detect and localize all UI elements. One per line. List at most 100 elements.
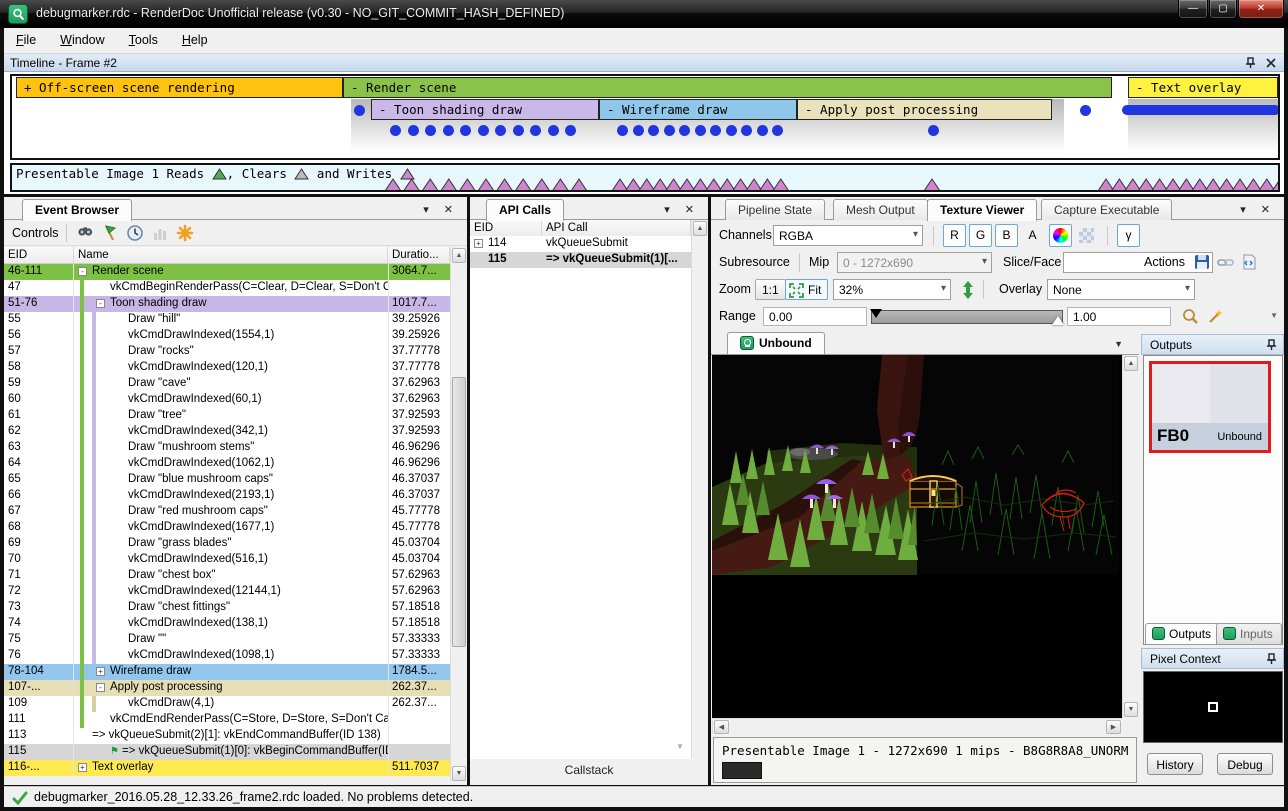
table-row[interactable]: 73Draw "chest fittings"57.18518 (4, 600, 450, 616)
magnifier-icon[interactable] (1181, 307, 1200, 326)
timeline-draw-dot[interactable] (757, 125, 768, 136)
table-row[interactable]: 71Draw "chest box"57.62963 (4, 568, 450, 584)
expand-toggle[interactable]: - (96, 683, 105, 692)
table-row[interactable]: 114+vkQueueSubmit (470, 236, 691, 252)
gamma-button[interactable]: γ (1117, 224, 1140, 247)
table-row[interactable]: 70vkCmdDrawIndexed(516,1)45.03704 (4, 552, 450, 568)
table-row[interactable]: 62vkCmdDrawIndexed(342,1)37.92593 (4, 424, 450, 440)
timeline-draw-dot[interactable] (565, 125, 576, 136)
event-table-header[interactable]: EID Name Duratio... (4, 247, 450, 264)
table-row[interactable]: 74vkCmdDrawIndexed(138,1)57.18518 (4, 616, 450, 632)
table-row[interactable]: 58vkCmdDrawIndexed(120,1)37.77778 (4, 360, 450, 376)
expand-toggle[interactable]: + (474, 239, 483, 248)
timeline-draw-dot[interactable] (648, 125, 659, 136)
table-row[interactable]: 111vkCmdEndRenderPass(C=Store, D=Store, … (4, 712, 450, 728)
table-row[interactable]: 46-111-Render scene3064.7... (4, 264, 450, 280)
timeline-draw-dot[interactable] (617, 125, 628, 136)
table-row[interactable]: 107-...-Apply post processing262.37... (4, 680, 450, 696)
table-row[interactable]: 115=> vkQueueSubmit(1)[... (470, 252, 691, 268)
checkerboard-button[interactable] (1075, 224, 1098, 247)
timeline-draw-dot[interactable] (1080, 105, 1091, 116)
minimize-button[interactable]: — (1178, 0, 1208, 19)
timeline-draw-dot[interactable] (354, 105, 365, 116)
api-calls-scrollbar[interactable]: ▲ (691, 220, 708, 759)
flip-y-icon[interactable] (961, 280, 975, 300)
tab-current-texture[interactable]: Unbound (727, 332, 825, 354)
timeline-draw-dot[interactable] (548, 125, 559, 136)
find-icon[interactable] (76, 224, 94, 242)
expand-toggle[interactable]: + (78, 763, 87, 772)
table-row[interactable]: 66vkCmdDrawIndexed(2193,1)46.37037 (4, 488, 450, 504)
black-point-handle[interactable] (870, 309, 882, 318)
expand-toggle[interactable]: - (96, 299, 105, 308)
expand-toggle[interactable]: + (96, 667, 105, 676)
history-button[interactable]: History (1147, 753, 1203, 775)
texture-display[interactable] (712, 355, 1122, 718)
time-icon[interactable] (126, 224, 144, 242)
table-row[interactable]: 113=> vkQueueSubmit(2)[1]: vkEndCommandB… (4, 728, 450, 744)
table-row[interactable]: 75Draw ""57.33333 (4, 632, 450, 648)
green-channel-button[interactable]: G (969, 224, 992, 247)
table-row[interactable]: 55Draw "hill"39.25926 (4, 312, 450, 328)
table-row[interactable]: 68vkCmdDrawIndexed(1677,1)45.77778 (4, 520, 450, 536)
table-row[interactable]: 56vkCmdDrawIndexed(1554,1)39.25926 (4, 328, 450, 344)
table-row[interactable]: 65Draw "blue mushroom caps"46.37037 (4, 472, 450, 488)
menu-tools[interactable]: Tools (117, 28, 170, 54)
table-row[interactable]: 47vkCmdBeginRenderPass(C=Clear, D=Clear,… (4, 280, 450, 296)
panel-menu-close-icons[interactable]: ▾ ✕ (423, 203, 459, 216)
tab-capture-executable[interactable]: Capture Executable (1041, 199, 1172, 220)
sliceface-select[interactable] (1063, 252, 1213, 273)
menu-help[interactable]: Help (170, 28, 220, 54)
zoom-fit-button[interactable]: Fit (785, 279, 828, 300)
tab-pipeline-state[interactable]: Pipeline State (725, 199, 825, 220)
range-max-input[interactable]: 1.00 (1067, 307, 1171, 326)
timeline-draw-dot[interactable] (460, 125, 471, 136)
table-row[interactable]: 51-76-Toon shading draw1017.7... (4, 296, 450, 312)
pin-icon[interactable] (1245, 57, 1256, 69)
timeline-draw-dot[interactable] (530, 125, 541, 136)
table-row[interactable]: 60vkCmdDrawIndexed(60,1)37.62963 (4, 392, 450, 408)
pixel-context-view[interactable] (1143, 671, 1283, 743)
timeline-draw-dot[interactable] (695, 125, 706, 136)
table-row[interactable]: 57Draw "rocks"37.77778 (4, 344, 450, 360)
range-slider[interactable] (871, 310, 1063, 324)
table-row[interactable]: 63Draw "mushroom stems"46.96296 (4, 440, 450, 456)
timeline-draw-dot[interactable] (741, 125, 752, 136)
blue-channel-button[interactable]: B (995, 224, 1018, 247)
timeline-draw-dot[interactable] (495, 125, 506, 136)
timeline-marker[interactable]: - Text overlay (1128, 77, 1278, 98)
tab-mesh-output[interactable]: Mesh Output (833, 199, 928, 220)
close-button[interactable]: ✕ (1238, 0, 1284, 19)
timeline-draw-dot[interactable] (425, 125, 436, 136)
panel-menu-close-icons[interactable]: ▾ ✕ (1240, 203, 1276, 216)
chevron-down-icon[interactable]: ▼ (672, 739, 688, 755)
timeline-draw-dot[interactable] (928, 125, 939, 136)
tab-inputs[interactable]: Inputs (1216, 623, 1282, 645)
tab-texture-viewer[interactable]: Texture Viewer (927, 199, 1037, 221)
timeline-marker[interactable]: - Apply post processing (797, 99, 1052, 120)
white-point-handle[interactable] (1052, 316, 1064, 325)
table-row[interactable]: 72vkCmdDrawIndexed(12144,1)57.62963 (4, 584, 450, 600)
texture-image[interactable] (712, 355, 1119, 575)
table-row[interactable]: 69Draw "grass blades"45.03704 (4, 536, 450, 552)
table-row[interactable]: 78-104+Wireframe draw1784.5... (4, 664, 450, 680)
timeline-draw-dot[interactable] (772, 125, 783, 136)
tab-outputs[interactable]: Outputs (1145, 623, 1220, 645)
auto-fit-wand-icon[interactable] (1206, 307, 1225, 326)
expand-toggle[interactable]: - (78, 267, 87, 276)
table-row[interactable]: 61Draw "tree"37.92593 (4, 408, 450, 424)
bookmark-flag-icon[interactable] (101, 224, 119, 242)
toolbar-overflow-icon[interactable]: ▼ (1270, 311, 1278, 320)
timeline-draw-dot[interactable] (443, 125, 454, 136)
timeline-marker[interactable]: - Wireframe draw (599, 99, 797, 120)
pin-icon[interactable] (1266, 653, 1277, 665)
timeline-draw-bar[interactable] (1122, 105, 1280, 115)
timeline-marker[interactable]: - Toon shading draw (371, 99, 599, 120)
pin-icon[interactable] (1266, 339, 1277, 351)
table-row[interactable]: 67Draw "red mushroom caps"45.77778 (4, 504, 450, 520)
timeline-draw-dot[interactable] (679, 125, 690, 136)
table-row[interactable]: 109vkCmdDraw(4,1)262.37... (4, 696, 450, 712)
timeline-draw-dot[interactable] (390, 125, 401, 136)
close-icon[interactable] (1266, 58, 1276, 68)
timeline-draw-dot[interactable] (664, 125, 675, 136)
